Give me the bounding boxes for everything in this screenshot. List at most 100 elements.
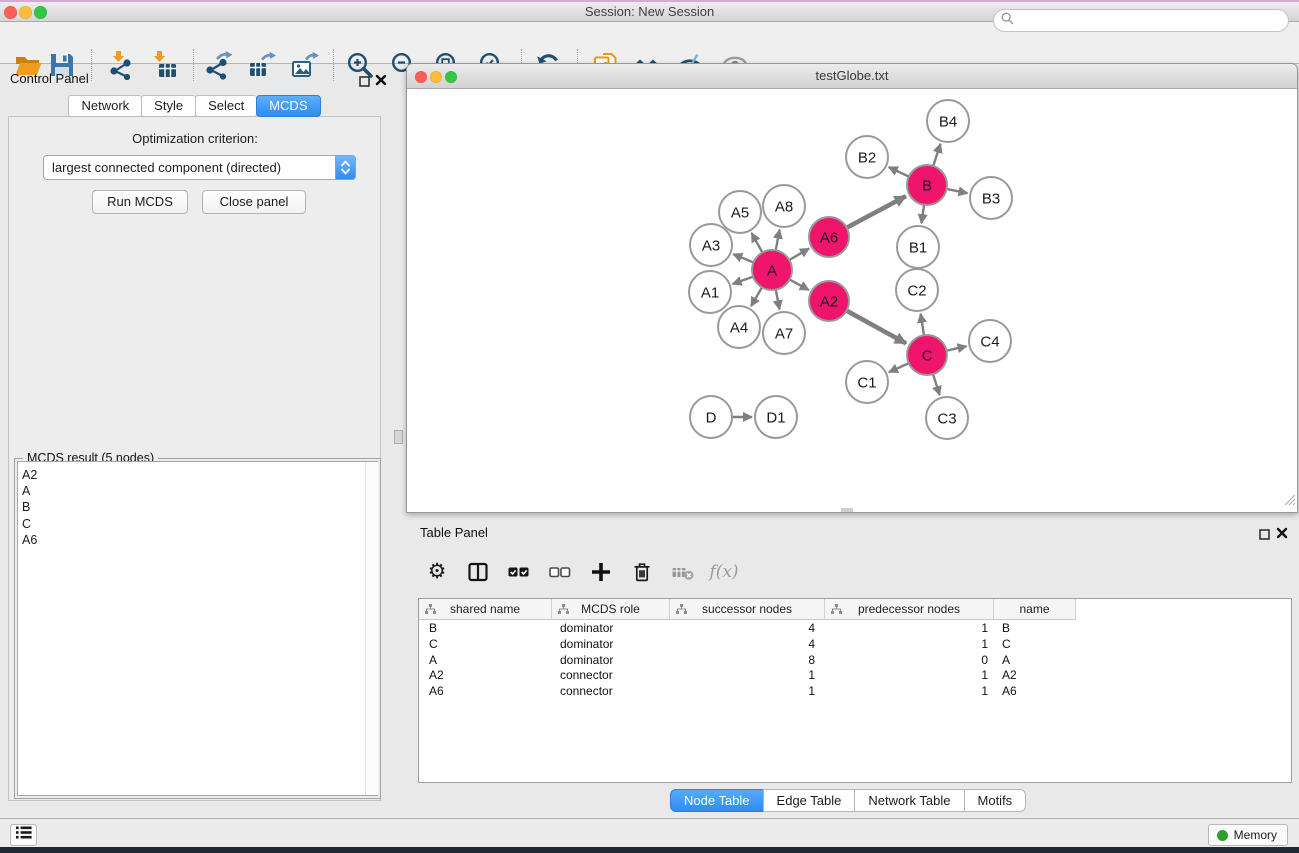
result-item[interactable]: A bbox=[22, 483, 377, 499]
graph-node-D1[interactable]: D1 bbox=[755, 396, 797, 438]
table-row[interactable]: A6connector11A6 bbox=[419, 683, 1291, 699]
panel-divider-handle[interactable] bbox=[394, 430, 403, 444]
graph-edge-C-C1[interactable] bbox=[889, 362, 911, 372]
minimize-network-light[interactable] bbox=[430, 71, 442, 83]
graph-node-B4[interactable]: B4 bbox=[927, 100, 969, 142]
close-panel-button[interactable]: Close panel bbox=[202, 190, 306, 214]
graph-node-D[interactable]: D bbox=[690, 396, 732, 438]
minimize-window-light[interactable] bbox=[19, 6, 32, 19]
settings-icon[interactable]: ⚙ bbox=[424, 559, 450, 585]
graph-edge-A-A8[interactable] bbox=[775, 230, 779, 253]
columns-icon[interactable] bbox=[465, 559, 491, 585]
graph-edge-A-A7[interactable] bbox=[775, 288, 779, 310]
graph-edge-B-B2[interactable] bbox=[889, 167, 911, 177]
resize-grip-icon[interactable] bbox=[1282, 492, 1296, 511]
graph-edge-A-A1[interactable] bbox=[733, 276, 755, 284]
graph-edge-B-B4[interactable] bbox=[933, 144, 941, 168]
control-panel-title: Control Panel bbox=[10, 71, 89, 86]
graph-node-A1[interactable]: A1 bbox=[689, 271, 731, 313]
graph-node-B3[interactable]: B3 bbox=[970, 177, 1012, 219]
graph-node-A2[interactable]: A2 bbox=[809, 281, 849, 321]
graph-node-C[interactable]: C bbox=[907, 335, 947, 375]
graph-node-C1[interactable]: C1 bbox=[846, 361, 888, 403]
import-table-icon[interactable] bbox=[147, 48, 181, 82]
graph-node-C3[interactable]: C3 bbox=[926, 397, 968, 439]
graph-edge-A-A4[interactable] bbox=[751, 286, 763, 307]
network-canvas[interactable]: B4 B2 B B3 A8 A5 A6 A3 B1 A C2 A1 A2 bbox=[407, 89, 1297, 512]
network-window-titlebar[interactable]: testGlobe.txt bbox=[407, 64, 1297, 89]
graph-edge-C-C4[interactable] bbox=[945, 346, 967, 351]
graph-edge-C-C3[interactable] bbox=[932, 372, 939, 395]
memory-button[interactable]: Memory bbox=[1208, 824, 1288, 846]
graph-node-A8[interactable]: A8 bbox=[763, 185, 805, 227]
table-row[interactable]: Cdominator41C bbox=[419, 636, 1291, 652]
column-header-successor-nodes[interactable]: successor nodes bbox=[670, 599, 825, 620]
result-item[interactable]: A2 bbox=[22, 467, 377, 483]
result-scrollbar[interactable] bbox=[365, 462, 378, 795]
graph-node-A3[interactable]: A3 bbox=[690, 224, 732, 266]
tab-select[interactable]: Select bbox=[195, 95, 257, 117]
tab-edge-table[interactable]: Edge Table bbox=[763, 789, 856, 812]
zoom-window-light[interactable] bbox=[34, 6, 47, 19]
tab-network[interactable]: Network bbox=[68, 95, 142, 117]
graph-edge-A2-C[interactable] bbox=[845, 310, 906, 344]
close-table-panel-icon[interactable] bbox=[1276, 526, 1288, 544]
graph-node-B2[interactable]: B2 bbox=[846, 136, 888, 178]
select-stepper-icon[interactable] bbox=[335, 155, 356, 180]
tab-node-table[interactable]: Node Table bbox=[670, 789, 764, 812]
graph-node-B1[interactable]: B1 bbox=[897, 226, 939, 268]
table-cell: A bbox=[994, 652, 1076, 668]
result-item[interactable]: C bbox=[22, 516, 377, 532]
graph-edge-A6-B[interactable] bbox=[845, 196, 906, 228]
graph-node-C2[interactable]: C2 bbox=[896, 269, 938, 311]
close-network-light[interactable] bbox=[415, 71, 427, 83]
run-mcds-button[interactable]: Run MCDS bbox=[92, 190, 188, 214]
graph-node-B[interactable]: B bbox=[907, 165, 947, 205]
deselect-all-icon[interactable] bbox=[547, 559, 573, 585]
table-row[interactable]: Bdominator41B bbox=[419, 620, 1291, 636]
import-network-icon[interactable] bbox=[103, 48, 137, 82]
column-header-predecessor-nodes[interactable]: predecessor nodes bbox=[825, 599, 994, 620]
column-header-MCDS-role[interactable]: MCDS role bbox=[552, 599, 670, 620]
tab-style[interactable]: Style bbox=[141, 95, 196, 117]
export-network-icon[interactable] bbox=[201, 48, 235, 82]
delete-row-icon[interactable] bbox=[629, 559, 655, 585]
graph-node-C4[interactable]: C4 bbox=[969, 320, 1011, 362]
graph-edge-A-A2[interactable] bbox=[788, 279, 809, 290]
tab-network-table[interactable]: Network Table bbox=[854, 789, 964, 812]
tab-mcds[interactable]: MCDS bbox=[256, 95, 320, 117]
tab-motifs[interactable]: Motifs bbox=[964, 789, 1027, 812]
column-header-name[interactable]: name bbox=[994, 599, 1076, 620]
network-view-window: testGlobe.txt B4 B2 B B3 A8 A5 A6 A3 B1 … bbox=[406, 63, 1298, 513]
graph-edge-A-A6[interactable] bbox=[788, 249, 810, 262]
graph-edge-A-A5[interactable] bbox=[752, 233, 764, 254]
task-history-button[interactable] bbox=[10, 824, 37, 846]
search-box[interactable] bbox=[993, 9, 1289, 32]
float-table-panel-icon[interactable] bbox=[1259, 527, 1270, 545]
graph-node-A[interactable]: A bbox=[752, 250, 792, 290]
result-item[interactable]: A6 bbox=[22, 532, 377, 548]
search-input[interactable] bbox=[1018, 14, 1288, 28]
graph-node-A7[interactable]: A7 bbox=[763, 312, 805, 354]
optimization-criterion-select[interactable]: largest connected component (directed) bbox=[43, 155, 356, 180]
export-table-icon[interactable] bbox=[244, 48, 278, 82]
graph-node-A5[interactable]: A5 bbox=[719, 191, 761, 233]
select-all-icon[interactable] bbox=[506, 559, 532, 585]
graph-edge-A-A3[interactable] bbox=[733, 254, 755, 263]
graph-node-A6[interactable]: A6 bbox=[809, 217, 849, 257]
export-image-icon[interactable] bbox=[287, 48, 321, 82]
graph-edge-B-B3[interactable] bbox=[945, 189, 968, 194]
close-window-light[interactable] bbox=[4, 6, 17, 19]
graph-edge-B-B1[interactable] bbox=[921, 203, 924, 223]
float-panel-icon[interactable] bbox=[359, 74, 370, 92]
column-header-shared-name[interactable]: shared name bbox=[419, 599, 552, 620]
table-row[interactable]: A2connector11A2 bbox=[419, 667, 1291, 683]
add-row-icon[interactable] bbox=[588, 559, 614, 585]
result-item[interactable]: B bbox=[22, 499, 377, 515]
graph-node-A4[interactable]: A4 bbox=[718, 306, 760, 348]
zoom-network-light[interactable] bbox=[445, 71, 457, 83]
close-panel-icon[interactable] bbox=[375, 73, 387, 91]
graph-edge-C-C2[interactable] bbox=[921, 314, 925, 338]
table-row[interactable]: Adominator80A bbox=[419, 652, 1291, 668]
table-body: Bdominator41BCdominator41CAdominator80AA… bbox=[419, 620, 1291, 782]
